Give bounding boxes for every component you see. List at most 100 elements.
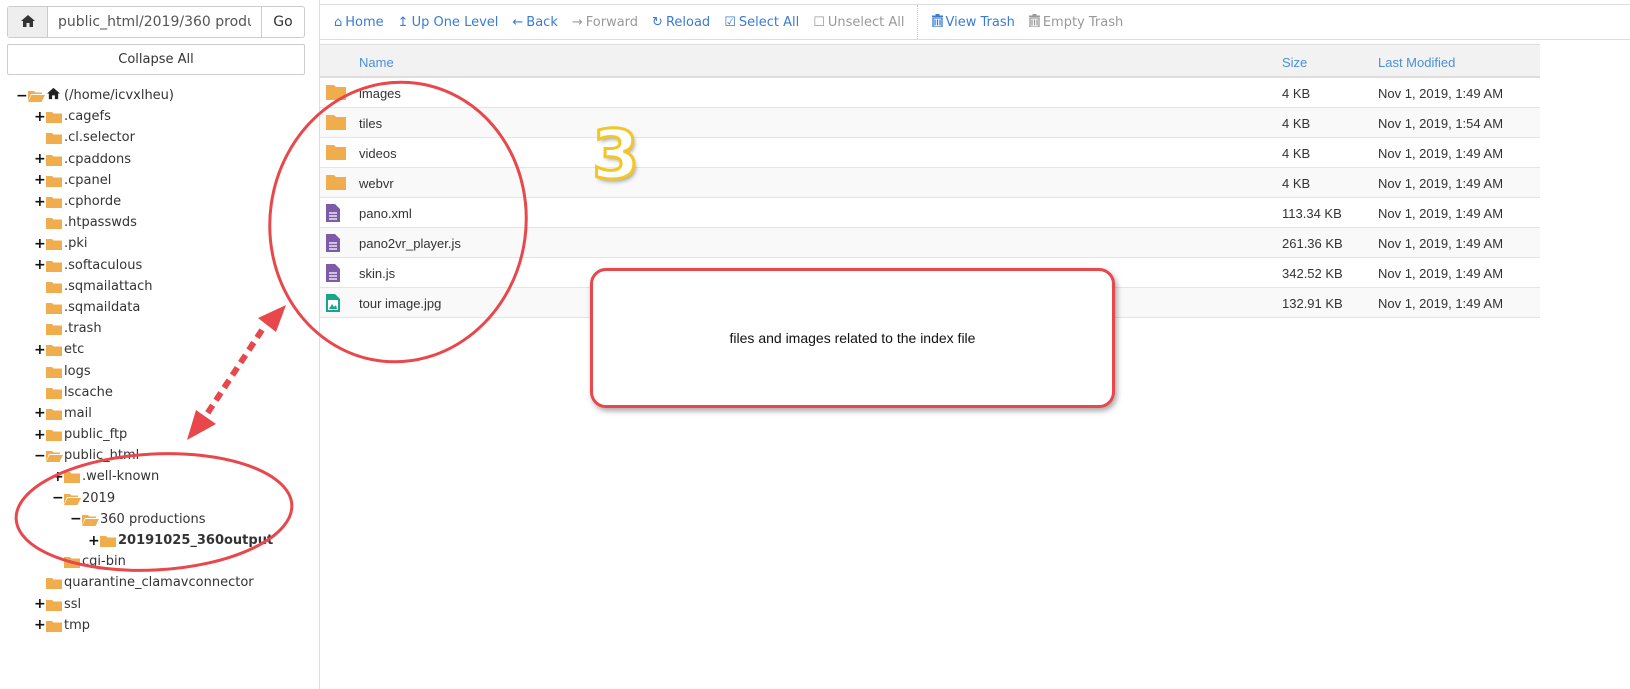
home-icon: ⌂	[334, 14, 343, 30]
toolbar-button-unselect-all[interactable]: ☐ Unselect All	[813, 15, 904, 30]
file-size: 113.34 KB	[1282, 206, 1342, 221]
toolbar-button-view-trash[interactable]: View Trash	[931, 13, 1015, 31]
table-row[interactable]: tiles 4 KB Nov 1, 2019, 1:54 AM	[320, 108, 1540, 138]
folder-icon	[46, 281, 62, 293]
tree-node[interactable]: + .cagefs	[0, 106, 318, 127]
image-file-icon	[326, 294, 340, 315]
collapse-icon[interactable]: −	[34, 449, 46, 463]
table-row[interactable]: pano.xml 113.34 KB Nov 1, 2019, 1:49 AM	[320, 198, 1540, 228]
tree-node[interactable]: cgi-bin	[0, 551, 318, 572]
expand-icon[interactable]: +	[52, 470, 64, 484]
expand-icon[interactable]: +	[34, 258, 46, 272]
toolbar-button-empty-trash[interactable]: Empty Trash	[1028, 13, 1123, 31]
collapse-icon[interactable]: −	[52, 491, 64, 505]
expand-icon[interactable]: +	[34, 428, 46, 442]
expand-icon[interactable]: +	[34, 597, 46, 611]
toolbar-button-back[interactable]: ← Back	[512, 15, 557, 30]
file-name[interactable]: webvr	[359, 176, 394, 191]
file-last-modified: Nov 1, 2019, 1:49 AM	[1378, 86, 1504, 101]
expand-icon[interactable]: +	[88, 534, 100, 548]
expand-icon[interactable]: +	[34, 618, 46, 632]
path-input[interactable]	[48, 7, 261, 37]
folder-icon	[46, 217, 62, 230]
file-name[interactable]: skin.js	[359, 266, 395, 281]
arrow-left-icon: ←	[512, 14, 524, 30]
tree-node[interactable]: − public_html	[0, 445, 318, 466]
tree-node[interactable]: + .well-known	[0, 466, 318, 487]
annotation-callout: files and images related to the index fi…	[590, 268, 1115, 408]
folder-icon	[46, 366, 62, 378]
file-name[interactable]: videos	[359, 146, 397, 161]
tree-node-label: .cl.selector	[64, 130, 135, 146]
tree-node[interactable]: + .softaculous	[0, 255, 318, 276]
tree-node[interactable]: − (/home/icvxlheu)	[0, 85, 318, 106]
expand-icon[interactable]: +	[34, 173, 46, 187]
file-name[interactable]: images	[359, 86, 401, 101]
table-header: Name Size Last Modified	[320, 44, 1540, 78]
expand-icon[interactable]: +	[34, 110, 46, 124]
tree-node[interactable]: .cl.selector	[0, 127, 318, 148]
expand-icon[interactable]: +	[34, 152, 46, 166]
tree-node-label: .pki	[64, 236, 88, 252]
toolbar-button-label: Reload	[665, 14, 711, 30]
folder-icon	[46, 429, 62, 442]
toolbar-button-home[interactable]: ⌂ Home	[334, 15, 384, 30]
toolbar-button-label: Unselect All	[827, 14, 905, 30]
tree-node[interactable]: quarantine_clamavconnector	[0, 572, 318, 593]
expand-icon[interactable]: +	[34, 195, 46, 209]
file-last-modified: Nov 1, 2019, 1:49 AM	[1378, 146, 1504, 161]
step-number-annotation: 3	[590, 116, 640, 195]
toolbar-button-select-all[interactable]: ☑ Select All	[724, 15, 799, 30]
home-directory-button[interactable]	[8, 7, 48, 37]
tree-node[interactable]: +20191025_360output	[0, 530, 318, 551]
tree-node[interactable]: .trash	[0, 318, 318, 339]
file-name[interactable]: pano.xml	[359, 206, 412, 221]
expand-icon[interactable]: +	[34, 343, 46, 357]
tree-node-label: .trash	[64, 321, 102, 337]
file-size: 342.52 KB	[1282, 266, 1343, 281]
tree-node[interactable]: + .cpaddons	[0, 149, 318, 170]
expand-icon[interactable]: +	[34, 406, 46, 420]
tree-node[interactable]: .sqmailattach	[0, 276, 318, 297]
tree-node[interactable]: + mail	[0, 403, 318, 424]
collapse-all-button[interactable]: Collapse All	[7, 44, 305, 75]
tree-node[interactable]: + public_ftp	[0, 424, 318, 445]
table-row[interactable]: videos 4 KB Nov 1, 2019, 1:49 AM	[320, 138, 1540, 168]
folder-icon	[46, 260, 62, 272]
file-last-modified: Nov 1, 2019, 1:49 AM	[1378, 296, 1504, 311]
tree-node[interactable]: lscache	[0, 382, 318, 403]
tree-node-label: .sqmailattach	[64, 278, 153, 294]
tree-node[interactable]: + .cphorde	[0, 191, 318, 212]
tree-node[interactable]: + .cpanel	[0, 170, 318, 191]
collapse-icon[interactable]: −	[16, 89, 28, 103]
file-name[interactable]: pano2vr_player.js	[359, 236, 461, 251]
toolbar-button-label: Forward	[585, 14, 639, 30]
column-header-name[interactable]: Name	[359, 55, 394, 70]
folder-icon	[46, 302, 62, 314]
toolbar-button-reload[interactable]: ↻ Reload	[652, 15, 710, 30]
column-header-last-modified[interactable]: Last Modified	[1378, 55, 1455, 70]
tree-node[interactable]: − 360 productions	[0, 509, 318, 530]
tree-node[interactable]: + etc	[0, 339, 318, 360]
tree-node[interactable]: .htpasswds	[0, 212, 318, 233]
expand-icon[interactable]: +	[34, 237, 46, 251]
toolbar-button-up-one-level[interactable]: ↥ Up One Level	[398, 15, 499, 30]
table-row[interactable]: pano2vr_player.js 261.36 KB Nov 1, 2019, 1…	[320, 228, 1540, 258]
file-name[interactable]: tiles	[359, 116, 382, 131]
file-name[interactable]: tour image.jpg	[359, 296, 441, 311]
tree-node[interactable]: + .pki	[0, 233, 318, 254]
toolbar-button-label: View Trash	[945, 14, 1015, 30]
tree-node[interactable]: .sqmaildata	[0, 297, 318, 318]
tree-node[interactable]: + tmp	[0, 615, 318, 636]
go-button[interactable]: Go	[261, 7, 304, 37]
file-size: 4 KB	[1282, 146, 1311, 161]
directory-tree: − (/home/icvxlheu) + .cagefs .cl.selector + .c…	[0, 85, 318, 636]
table-row[interactable]: images 4 KB Nov 1, 2019, 1:49 AM	[320, 78, 1540, 108]
column-header-size[interactable]: Size	[1282, 55, 1307, 70]
tree-node[interactable]: − 2019	[0, 488, 318, 509]
collapse-icon[interactable]: −	[70, 512, 82, 526]
toolbar-button-forward[interactable]: → Forward	[572, 15, 638, 30]
table-row[interactable]: webvr 4 KB Nov 1, 2019, 1:49 AM	[320, 168, 1540, 198]
tree-node[interactable]: + ssl	[0, 594, 318, 615]
tree-node[interactable]: logs	[0, 360, 318, 381]
